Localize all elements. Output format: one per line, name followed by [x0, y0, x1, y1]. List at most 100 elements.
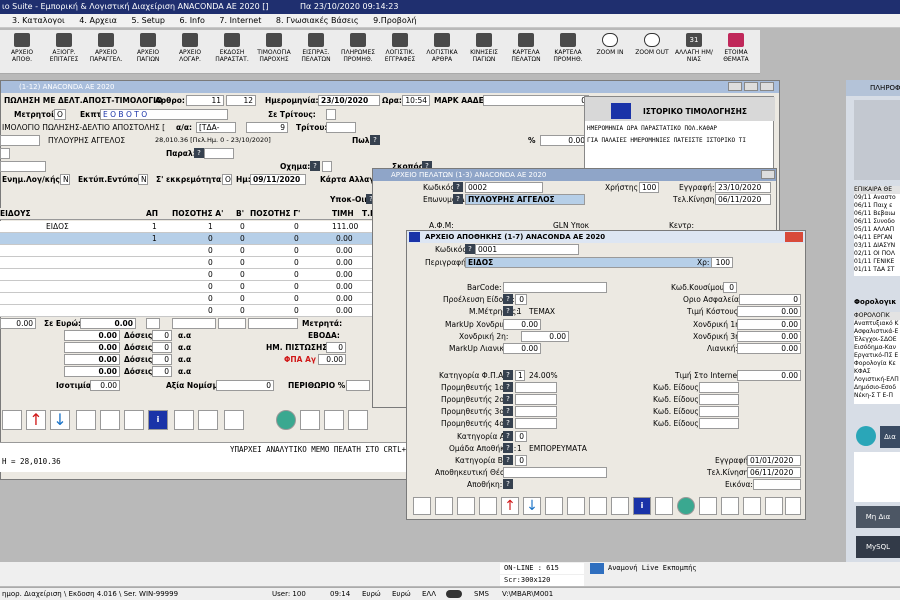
percent-field[interactable]: 0.00	[540, 135, 588, 146]
se-evro-small-1[interactable]	[146, 318, 160, 329]
ektyp-field[interactable]: N	[138, 174, 148, 185]
arrow-up-icon[interactable]: ↑	[501, 497, 519, 515]
close-icon[interactable]	[760, 82, 774, 91]
menu-item-catalogs[interactable]: 3. Καταλογοι	[12, 16, 65, 25]
paral-lookup-button[interactable]: ?	[194, 148, 204, 158]
binoculars-icon[interactable]	[567, 497, 585, 515]
arrow-down-icon[interactable]: ↓	[523, 497, 541, 515]
wh-unit-lookup[interactable]: ?	[503, 306, 513, 316]
toolbar-issue-docs-button[interactable]: ΕΚΔΟΣΗ ΠΑΡΑΣΤΑΤ.	[212, 33, 252, 73]
menu-item-info[interactable]: 6. Info	[180, 16, 205, 25]
tax-item[interactable]: Αναπτυξιακό Κ	[854, 320, 900, 328]
customer-code-input[interactable]: 0002	[465, 182, 543, 193]
customer-reg-field[interactable]: 23/10/2020	[715, 182, 771, 193]
news-item[interactable]: 06/11 Βεβαιω	[854, 210, 900, 218]
right-panel-button-1[interactable]: Δια	[880, 426, 900, 448]
wh-thesi-field[interactable]	[503, 467, 607, 478]
toolbar-supplier-card-button[interactable]: ΚΑΡΤΕΛΑ ΠΡΟΜΗΘ.	[548, 33, 588, 73]
wh-kod2-field[interactable]	[699, 394, 739, 405]
menu-item-view[interactable]: 9.Προβολή	[373, 16, 416, 25]
list-icon[interactable]	[348, 410, 368, 430]
list-icon[interactable]	[765, 497, 783, 515]
grid-row[interactable]: ΕΙΔΟΣ 1 1 0 0 111.00	[0, 221, 380, 233]
menu-item-knowledge[interactable]: 8. Γνωσιακές Βάσεις	[276, 16, 359, 25]
tax-item[interactable]: Έλεγχοι-ΣΔΟΕ	[854, 336, 900, 344]
tax-item[interactable]: Εισόδημα-Καν	[854, 344, 900, 352]
oxima-lookup-button[interactable]: ?	[310, 161, 320, 171]
ekpt-field[interactable]: Ε Ο Β Ο Τ Ο	[100, 109, 228, 120]
doseis-amount-1[interactable]: 0.00	[64, 330, 120, 341]
toolbar-entries-button[interactable]: ΛΟΓΙΣΤΙΚ. ΕΓΓΡΑΦΕΣ	[380, 33, 420, 73]
toolbar-checks-button[interactable]: ΑΞΙΟΓΡ. ΕΠΙΤΑΓΕΣ	[44, 33, 84, 73]
arrow-up-icon[interactable]: ↑	[26, 410, 46, 430]
user-icon[interactable]	[677, 497, 695, 515]
wh-reg-field[interactable]: 01/01/2020	[747, 455, 801, 466]
wh-markup-wholesale-field[interactable]: 0.00	[503, 319, 541, 330]
document-search-icon[interactable]	[611, 497, 629, 515]
wh-wholesale3-field[interactable]: 0.00	[737, 331, 801, 342]
wh-omada-lookup[interactable]: ?	[503, 443, 513, 453]
axia-field[interactable]: 0	[216, 380, 274, 391]
doseis-amount-3[interactable]: 0.00	[64, 354, 120, 365]
doseis-amount-4[interactable]: 0.00	[64, 366, 120, 377]
search-icon[interactable]	[743, 497, 761, 515]
maximize-icon[interactable]	[744, 82, 758, 91]
arrow-down-icon[interactable]: ↓	[50, 410, 70, 430]
wh-barcode-field[interactable]	[503, 282, 607, 293]
grid-row[interactable]: 0 0 0 0.00	[0, 281, 380, 293]
wh-kod4-field[interactable]	[699, 418, 739, 429]
close-icon[interactable]	[761, 170, 775, 179]
close-icon[interactable]	[785, 232, 803, 242]
wh-katA-lookup[interactable]: ?	[503, 431, 513, 441]
doseis-n-1[interactable]: 0	[152, 330, 172, 341]
date-field[interactable]: 23/10/2020	[318, 95, 380, 106]
tax-item[interactable]: Δημόσιο-Εσοδ	[854, 384, 900, 392]
refresh-icon[interactable]	[856, 426, 876, 446]
calendar-table-icon[interactable]	[611, 103, 631, 119]
tritou-field[interactable]	[326, 122, 356, 133]
user-icon[interactable]	[276, 410, 296, 430]
grid-row[interactable]: 0 0 0 0.00	[0, 269, 380, 281]
toolbar-assets-button[interactable]: ΑΡΧΕΙΟ ΠΑΓΙΩΝ	[128, 33, 168, 73]
menu-item-files[interactable]: 4. Αρχεια	[79, 16, 117, 25]
info-icon[interactable]: i	[633, 497, 651, 515]
wh-origin-lookup[interactable]: ?	[503, 294, 513, 304]
oxima-field[interactable]	[322, 161, 332, 172]
right-panel-button-2[interactable]: Μη Δια	[856, 506, 900, 528]
wh-kod3-field[interactable]	[699, 406, 739, 417]
page-icon[interactable]	[699, 497, 717, 515]
se-evro-small-4[interactable]	[248, 318, 298, 329]
folder-icon[interactable]	[457, 497, 475, 515]
wh-kousimou-field[interactable]: 0	[723, 282, 737, 293]
minimize-icon[interactable]	[728, 82, 742, 91]
news-item[interactable]: 05/11 ΑΛΛΑΠ	[854, 226, 900, 234]
wh-supplier4-lookup[interactable]: ?	[503, 418, 513, 428]
wh-kod1-field[interactable]	[699, 382, 739, 393]
small-field-1[interactable]	[0, 148, 10, 159]
aa-number-field[interactable]: 9	[246, 122, 288, 133]
edit-icon[interactable]	[655, 497, 673, 515]
time-field[interactable]: 10:54	[402, 95, 430, 106]
pages-icon[interactable]	[785, 497, 801, 515]
copy-icon[interactable]	[545, 497, 563, 515]
add-icon[interactable]	[721, 497, 739, 515]
doseis-n-3[interactable]: 0	[152, 354, 172, 365]
right-panel-button-3[interactable]: MySQL	[856, 536, 900, 558]
toolbar-zoom-in-button[interactable]: ZOOM IN	[590, 33, 630, 73]
grid-row[interactable]: 0 0 0 0.00	[0, 245, 380, 257]
wh-desc-field[interactable]: ΕΙΔΟΣ	[465, 257, 715, 268]
toolbar-ready-topics-button[interactable]: ΕΤΟΙΜΑ ΘΕΜΑΤΑ	[716, 33, 756, 73]
wh-supplier2-lookup[interactable]: ?	[503, 394, 513, 404]
toolbar-articles-button[interactable]: ΛΟΓΙΣΤΙΚΑ ΑΡΘΡΑ	[422, 33, 462, 73]
wh-katB-field[interactable]: 0	[515, 455, 527, 466]
wh-wholesale1-field[interactable]: 0.00	[737, 319, 801, 330]
info-icon[interactable]: i	[148, 410, 168, 430]
toolbar-customer-card-button[interactable]: ΚΑΡΤΕΛΑ ΠΕΛΑΤΩΝ	[506, 33, 546, 73]
news-item[interactable]: 09/11 Αναστο	[854, 194, 900, 202]
toolbar-asset-moves-button[interactable]: ΚΙΝΗΣΕΙΣ ΠΑΓΙΩΝ	[464, 33, 504, 73]
total-left-field[interactable]: 0.00	[0, 318, 36, 329]
exit-icon[interactable]	[479, 497, 497, 515]
report-icon[interactable]	[589, 497, 607, 515]
wh-apothiki-lookup[interactable]: ?	[503, 479, 513, 489]
toolbar-orders-button[interactable]: ΑΡΧΕΙΟ ΠΑΡΑΓΓΕΛ.	[86, 33, 126, 73]
